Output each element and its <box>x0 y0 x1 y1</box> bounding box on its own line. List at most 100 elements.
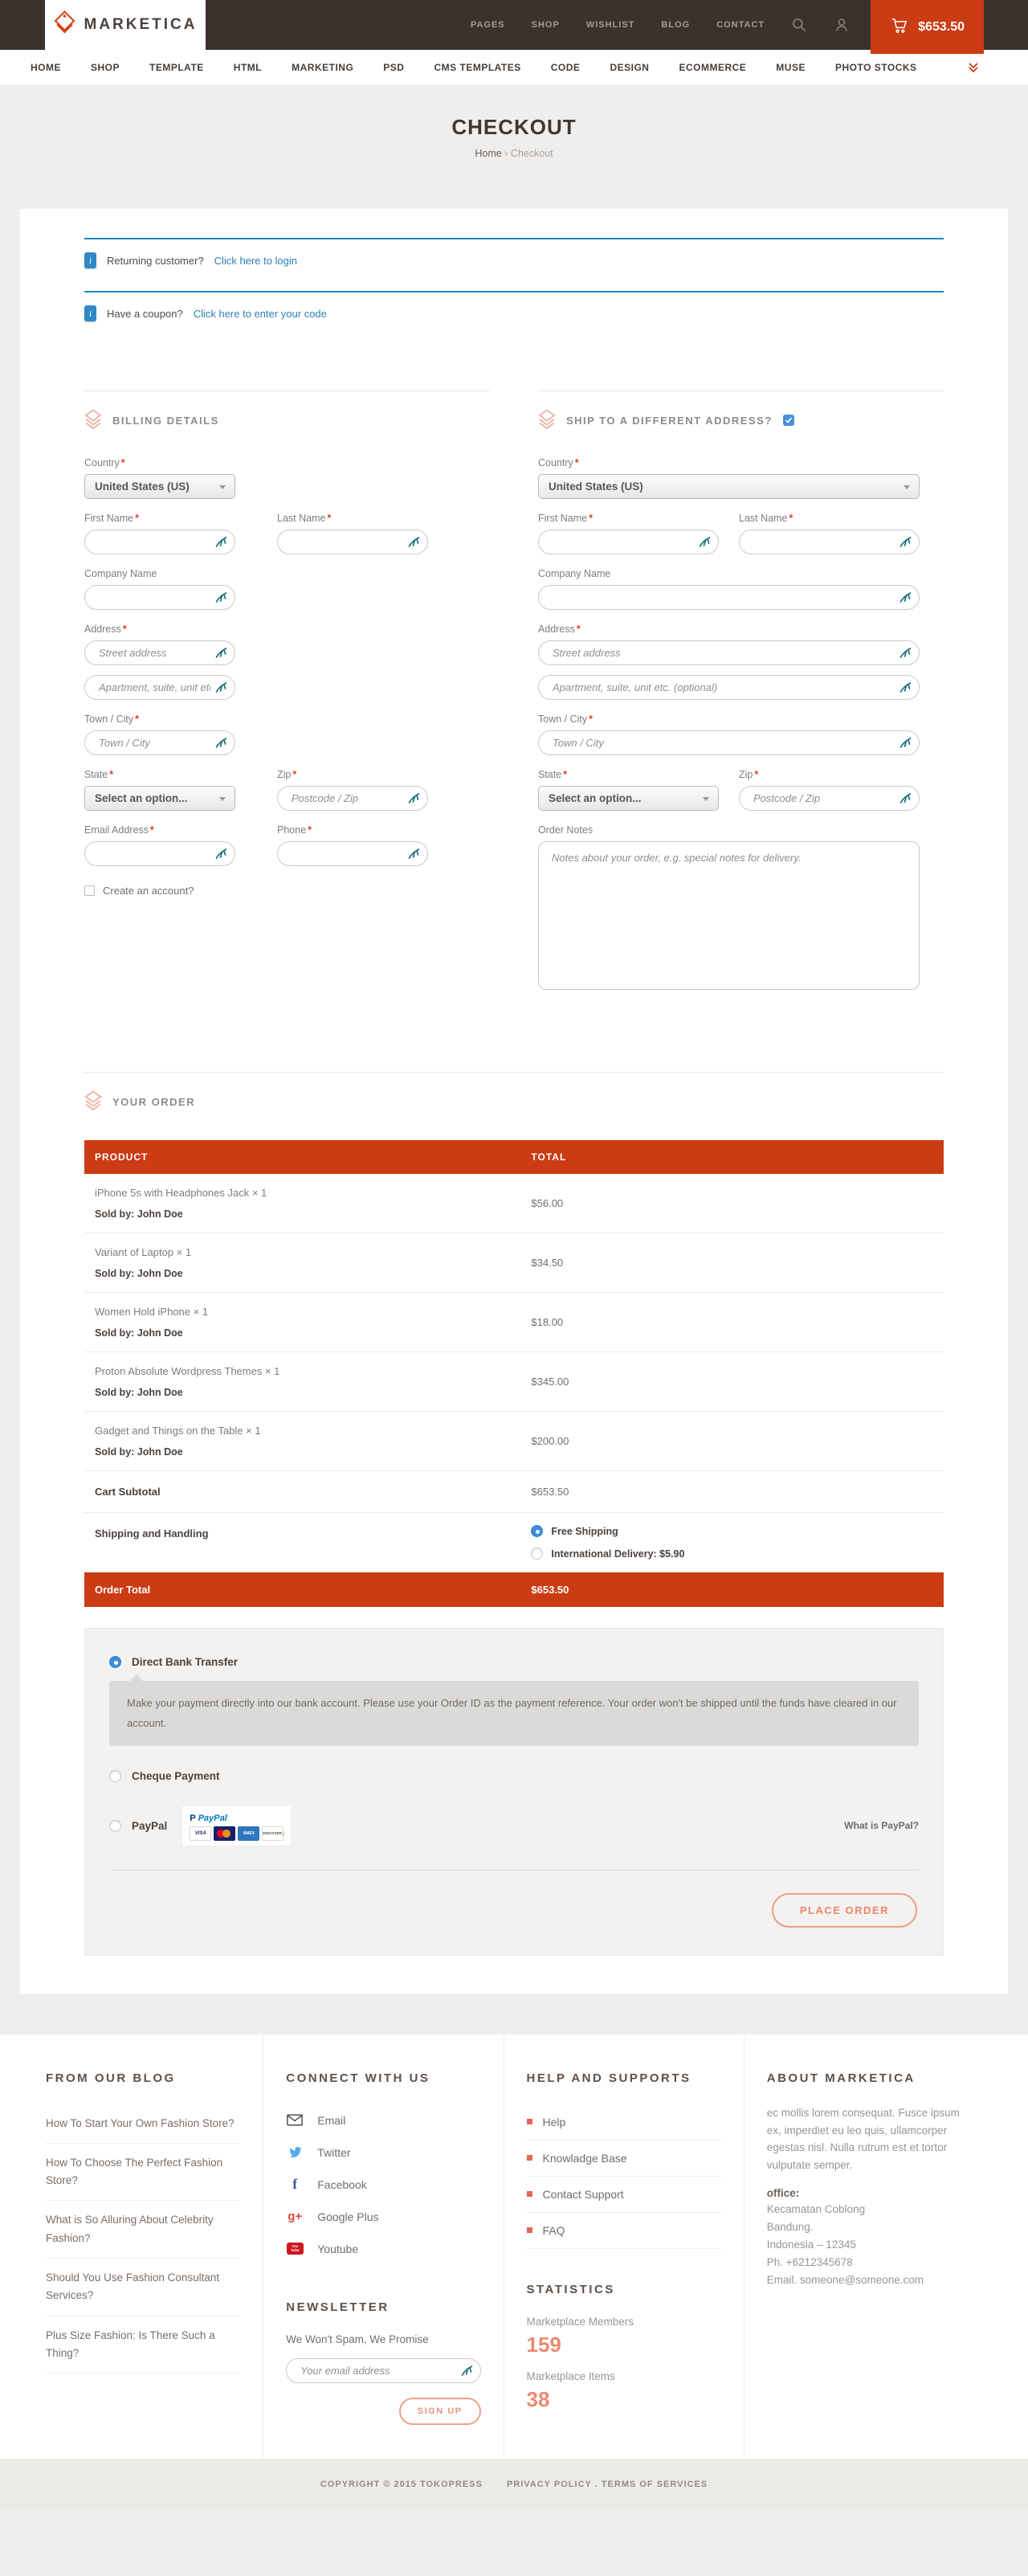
autofill-icon[interactable] <box>899 791 912 805</box>
shipping-town-input[interactable] <box>538 730 920 755</box>
billing-street-input[interactable] <box>84 640 235 665</box>
social-twitter-link[interactable]: Twitter <box>286 2136 480 2169</box>
topnav-pages[interactable]: PAGES <box>471 20 505 30</box>
autofill-icon[interactable] <box>214 681 228 694</box>
shipping-country-select[interactable]: United States (US) <box>538 474 920 499</box>
autofill-icon[interactable] <box>698 535 712 549</box>
billing-last-name-input[interactable] <box>277 530 428 554</box>
cheque-payment-option[interactable]: Cheque Payment <box>109 1770 919 1782</box>
topnav-contact[interactable]: CONTACT <box>716 20 765 30</box>
logo[interactable]: MARKETICA <box>45 0 206 50</box>
blog-link[interactable]: Plus Size Fashion: Is There Such a Thing… <box>46 2316 240 2374</box>
privacy-policy-link[interactable]: PRIVACY POLICY <box>507 2480 592 2489</box>
autofill-icon[interactable] <box>899 681 912 694</box>
autofill-icon[interactable] <box>214 535 228 549</box>
autofill-icon[interactable] <box>899 646 912 660</box>
nav-ecommerce[interactable]: ECOMMERCE <box>679 62 746 73</box>
billing-country-select[interactable]: United States (US) <box>84 474 235 499</box>
help-link[interactable]: Help <box>527 2104 721 2141</box>
nav-muse[interactable]: MUSE <box>776 62 806 73</box>
terms-link[interactable]: TERMS OF SERVICES <box>602 2480 708 2489</box>
cart-button[interactable]: $653.50 <box>871 0 984 54</box>
place-order-button[interactable]: PLACE ORDER <box>772 1893 917 1928</box>
account-icon[interactable] <box>834 17 850 33</box>
billing-email-input[interactable] <box>84 841 235 866</box>
shipping-last-name-input[interactable] <box>739 530 920 554</box>
more-chevrons-icon[interactable] <box>967 61 980 74</box>
topnav-wishlist[interactable]: WISHLIST <box>586 20 635 30</box>
radio-icon[interactable] <box>109 1770 121 1782</box>
autofill-icon[interactable] <box>214 646 228 660</box>
free-shipping-option[interactable]: Free Shipping <box>531 1525 684 1537</box>
nav-template[interactable]: TEMPLATE <box>149 62 204 73</box>
billing-first-name-input[interactable] <box>84 530 235 554</box>
shipping-zip-input[interactable] <box>739 786 920 811</box>
nav-home[interactable]: HOME <box>31 62 61 73</box>
paypal-option[interactable]: PayPal P PayPal VISA AMEX DISCOVER What … <box>109 1806 919 1846</box>
autofill-icon[interactable] <box>899 591 912 604</box>
nav-shop[interactable]: SHOP <box>91 62 120 73</box>
social-email-link[interactable]: Email <box>286 2104 480 2136</box>
autofill-icon[interactable] <box>407 791 421 805</box>
shipping-first-name-input[interactable] <box>538 530 719 554</box>
nav-marketing[interactable]: MARKETING <box>292 62 353 73</box>
social-youtube-link[interactable]: YouTube Youtube <box>286 2233 480 2265</box>
blog-link[interactable]: What is So Alluring About Celebrity Fash… <box>46 2201 240 2259</box>
nav-cms-templates[interactable]: CMS TEMPLATES <box>434 62 520 73</box>
shipping-apartment-input[interactable] <box>538 675 920 700</box>
topnav-shop[interactable]: SHOP <box>532 20 560 30</box>
ship-different-checkbox[interactable] <box>783 415 794 426</box>
billing-first-name-field: First Name* <box>84 513 235 554</box>
what-is-paypal-link[interactable]: What is PayPal? <box>844 1820 919 1831</box>
radio-icon[interactable] <box>109 1820 121 1832</box>
nav-html[interactable]: HTML <box>234 62 262 73</box>
shipping-company-input[interactable] <box>538 585 920 610</box>
shipping-row: Shipping and Handling Free Shipping Inte… <box>84 1513 944 1572</box>
social-facebook-link[interactable]: f Facebook <box>286 2169 480 2201</box>
billing-apartment-input[interactable] <box>84 675 235 700</box>
faq-link[interactable]: FAQ <box>527 2213 721 2249</box>
search-icon[interactable] <box>791 17 807 33</box>
radio-selected-icon[interactable] <box>531 1525 543 1537</box>
shipping-state-field: State* Select an option... <box>538 769 719 811</box>
nav-design[interactable]: DESIGN <box>610 62 649 73</box>
shipping-state-select[interactable]: Select an option... <box>538 786 719 811</box>
table-row: iPhone 5s with Headphones Jack × 1 Sold … <box>84 1174 944 1233</box>
billing-company-input[interactable] <box>84 585 235 610</box>
signup-button[interactable]: SIGN UP <box>399 2398 481 2425</box>
radio-icon[interactable] <box>531 1548 543 1560</box>
blog-link[interactable]: How To Choose The Perfect Fashion Store? <box>46 2144 240 2202</box>
autofill-icon[interactable] <box>899 736 912 750</box>
nav-psd[interactable]: PSD <box>383 62 404 73</box>
knowledge-base-link[interactable]: Knowladge Base <box>527 2141 721 2177</box>
blog-link[interactable]: Should You Use Fashion Consultant Servic… <box>46 2259 240 2316</box>
autofill-icon[interactable] <box>899 535 912 549</box>
autofill-icon[interactable] <box>214 591 228 604</box>
contact-support-link[interactable]: Contact Support <box>527 2177 721 2213</box>
order-notes-textarea[interactable] <box>538 841 920 990</box>
international-delivery-option[interactable]: International Delivery: $5.90 <box>531 1548 684 1560</box>
nav-photo-stocks[interactable]: PHOTO STOCKS <box>835 62 917 73</box>
autofill-icon[interactable] <box>460 2364 474 2378</box>
shipping-street-input[interactable] <box>538 640 920 665</box>
social-googleplus-link[interactable]: g+ Google Plus <box>286 2201 480 2233</box>
topnav-blog[interactable]: BLOG <box>661 20 690 30</box>
bank-transfer-option[interactable]: Direct Bank Transfer <box>109 1656 919 1668</box>
autofill-icon[interactable] <box>214 847 228 861</box>
autofill-icon[interactable] <box>407 535 421 549</box>
billing-zip-input[interactable] <box>277 786 428 811</box>
login-link[interactable]: Click here to login <box>214 255 297 267</box>
breadcrumb-home[interactable]: Home <box>475 148 501 159</box>
autofill-icon[interactable] <box>407 847 421 861</box>
create-account-checkbox[interactable] <box>84 885 95 896</box>
billing-phone-input[interactable] <box>277 841 428 866</box>
blog-link[interactable]: How To Start Your Own Fashion Store? <box>46 2104 240 2144</box>
product-total: $345.00 <box>531 1352 944 1411</box>
billing-state-select[interactable]: Select an option... <box>84 786 235 811</box>
autofill-icon[interactable] <box>214 736 228 750</box>
coupon-link[interactable]: Click here to enter your code <box>194 308 327 320</box>
newsletter-email-input[interactable] <box>286 2358 480 2383</box>
radio-selected-icon[interactable] <box>109 1656 121 1668</box>
billing-town-input[interactable] <box>84 730 235 755</box>
nav-code[interactable]: CODE <box>551 62 581 73</box>
